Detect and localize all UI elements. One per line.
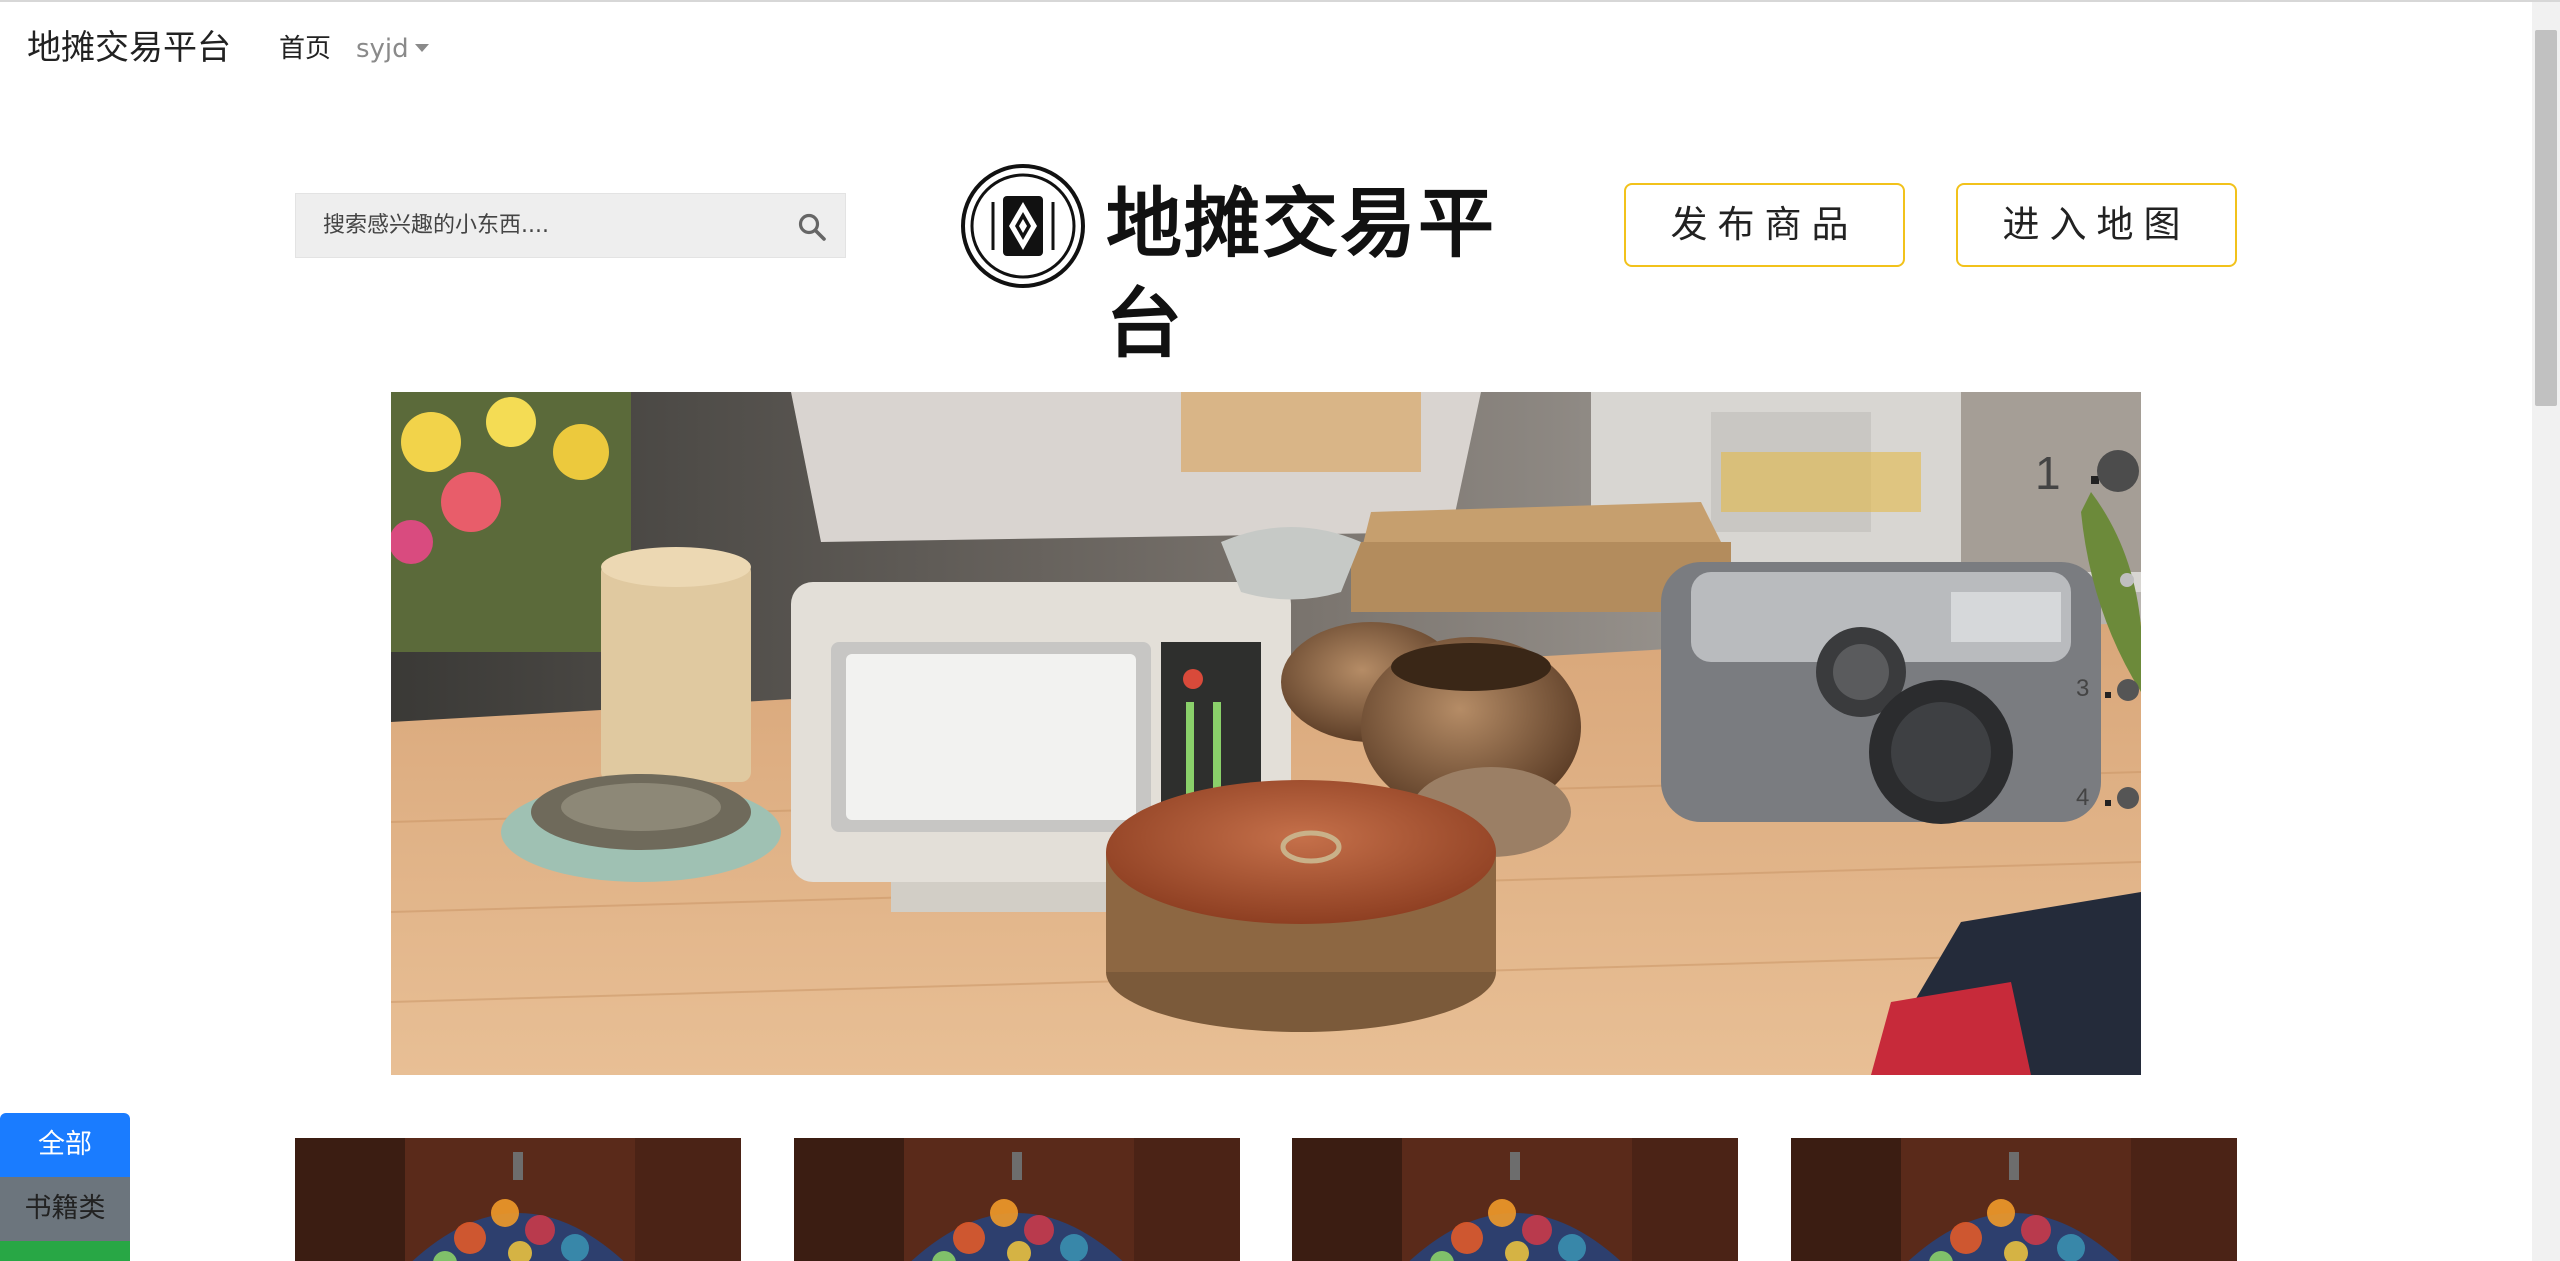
carousel-indicator-3-label[interactable]: 3 [2076,675,2089,703]
top-navbar: 地摊交易平台 首页 syjd [0,2,2532,92]
carousel-slide-image [391,392,2141,1075]
page-scrollbar[interactable] [2532,2,2560,1261]
caret-down-icon [414,44,429,52]
carousel-indicator-4-label[interactable]: 4 [2076,784,2089,812]
product-card-image [1292,1138,1738,1261]
carousel-indicator-1-label[interactable]: 1 [2035,446,2061,500]
publish-item-button[interactable]: 发布商品 [1624,183,1905,267]
enter-map-button[interactable]: 进入地图 [1956,183,2237,267]
carousel-indicator-4-dot[interactable] [2117,787,2139,809]
carousel-indicator-1-dot[interactable] [2097,450,2139,492]
carousel-indicator-3-marker[interactable] [2105,692,2111,698]
nav-home-link[interactable]: 首页 [279,32,331,66]
carousel-indicator-2-dot[interactable] [2120,573,2134,587]
product-card-image [295,1138,741,1261]
carousel-indicator-4-marker[interactable] [2105,800,2111,806]
carousel-indicator-3-dot[interactable] [2117,679,2139,701]
product-card-image [794,1138,1240,1261]
scrollbar-thumb[interactable] [2535,30,2557,406]
category-all-button[interactable]: 全部 [0,1113,130,1177]
site-logo: 地摊交易平台 [959,162,1549,368]
navbar-brand[interactable]: 地摊交易平台 [27,26,231,70]
user-dropdown-label: syjd [356,34,409,64]
product-card[interactable] [295,1138,741,1261]
search-input[interactable] [296,194,776,257]
product-card[interactable] [1292,1138,1738,1261]
logo-text: 地摊交易平台 [1106,179,1496,368]
logo-emblem-icon [961,164,1085,288]
search-box [295,193,846,258]
search-icon[interactable] [797,212,827,242]
category-next-button[interactable] [0,1241,130,1261]
product-card[interactable] [1791,1138,2237,1261]
product-card-image [1791,1138,2237,1261]
image-carousel[interactable]: 1 3 4 [391,392,2141,1075]
user-dropdown[interactable]: syjd [356,32,429,66]
product-card[interactable] [794,1138,1240,1261]
category-books-button[interactable]: 书籍类 [0,1177,130,1241]
carousel-indicators: 1 3 4 [2021,392,2141,852]
